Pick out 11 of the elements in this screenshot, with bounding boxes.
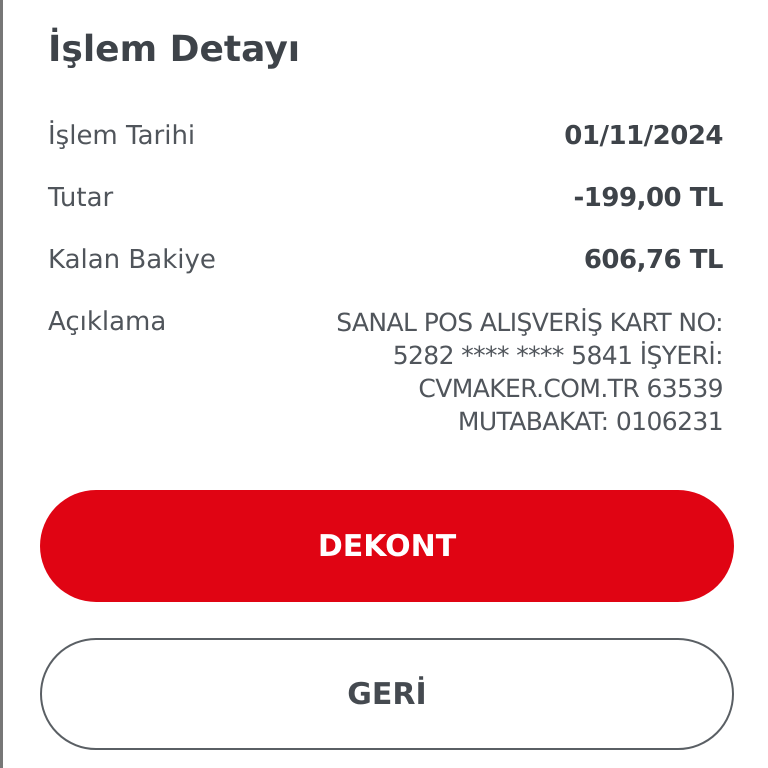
field-label: İşlem Tarihi: [48, 120, 196, 153]
field-label: Kalan Bakiye: [48, 244, 216, 277]
field-value: 01/11/2024: [564, 120, 723, 153]
receipt-button[interactable]: DEKONT: [40, 490, 734, 602]
page-title: İşlem Detayı: [48, 26, 302, 72]
field-label: Tutar: [48, 182, 114, 215]
back-button[interactable]: GERİ: [40, 638, 734, 750]
field-label: Açıklama: [48, 306, 166, 339]
field-value: SANAL POS ALIŞVERİŞ KART NO: 5282 **** **** 5841 İŞYERİ: CVMAKER.COM.TR 63539 MUTABAKAT: 0106231: [335, 307, 723, 438]
field-value: -199,00 TL: [574, 182, 723, 215]
field-value: 606,76 TL: [584, 244, 723, 277]
